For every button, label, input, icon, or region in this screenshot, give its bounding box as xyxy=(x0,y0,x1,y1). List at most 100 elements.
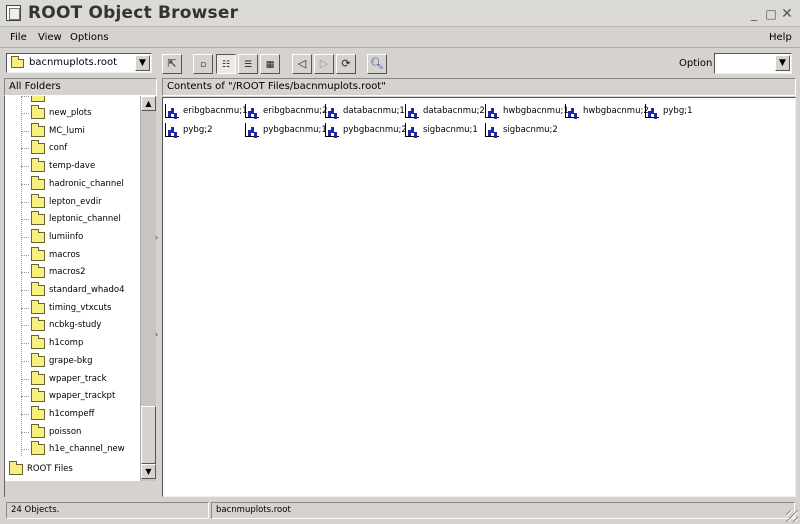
tree-hscroll[interactable] xyxy=(4,481,157,497)
tree-branch xyxy=(21,113,29,114)
tree-item[interactable]: conf xyxy=(19,140,140,157)
folder-tree[interactable]: new_plots MC_lumi conf temp-dave hadronic_ch… xyxy=(4,96,140,481)
tree-item[interactable]: wpaper_track xyxy=(19,370,140,388)
menu-view[interactable]: View xyxy=(38,32,62,43)
forward-button[interactable]: ▷ xyxy=(314,54,334,74)
tree-item-label: timing_vtxcuts xyxy=(49,302,112,313)
tree-item[interactable]: h1e_channel_new xyxy=(19,441,140,458)
close-button[interactable]: ✕ xyxy=(781,7,793,21)
tree-item[interactable]: h1comp xyxy=(19,335,140,352)
tree-item[interactable]: lumiinfo xyxy=(19,228,140,246)
tree-branch xyxy=(21,343,29,345)
folder-icon xyxy=(9,461,23,475)
location-combo[interactable]: bacnmuplots.root ▼ xyxy=(6,53,152,73)
tree-item[interactable]: hadronic_channel xyxy=(19,175,140,193)
tree-branch xyxy=(21,325,29,327)
folder-icon xyxy=(31,317,45,332)
scroll-thumb[interactable] xyxy=(141,406,156,464)
histogram-item[interactable]: eribgbacnmu;1 xyxy=(165,103,248,121)
histogram-item[interactable]: databacnmu;1 xyxy=(325,103,405,121)
minimize-button[interactable]: _ xyxy=(748,8,760,20)
tree-branch xyxy=(21,360,29,362)
folder-icon xyxy=(31,158,45,173)
menu-help[interactable]: Help xyxy=(769,32,792,43)
list-button[interactable]: ☰ xyxy=(238,54,258,74)
histogram-item[interactable]: pybg;2 xyxy=(165,122,245,140)
tree-item-label: lumiinfo xyxy=(49,231,84,242)
up-folder-button[interactable]: ⇱ xyxy=(162,54,182,74)
tree-item[interactable]: macros xyxy=(19,246,140,264)
back-button[interactable]: ◁ xyxy=(292,54,312,74)
folder-icon xyxy=(31,140,45,155)
find-button[interactable]: 🔍︎ xyxy=(367,54,387,74)
status-file: bacnmuplots.root xyxy=(211,502,795,519)
folder-icon xyxy=(31,193,45,208)
scroll-down-button[interactable]: ▼ xyxy=(141,464,156,479)
histogram-item[interactable]: databacnmu;2 xyxy=(405,103,485,121)
folder-icon xyxy=(31,228,45,243)
chevron-down-icon[interactable]: ▼ xyxy=(775,55,790,71)
histogram-item[interactable]: eribgbacnmu;2 xyxy=(245,103,327,121)
up-folder-icon: ⇱ xyxy=(167,57,177,70)
histogram-icon xyxy=(245,104,259,118)
option-combo[interactable]: ▼ xyxy=(714,53,792,74)
folder-icon xyxy=(31,352,45,367)
contents-label: Contents of "/ROOT Files/bacnmuplots.roo… xyxy=(167,81,386,92)
tree-branch xyxy=(21,413,29,415)
status-count-label: 24 Objects. xyxy=(11,505,60,515)
tree-item-label: hadronic_channel xyxy=(49,178,124,189)
tree-item[interactable]: timing_vtxcuts xyxy=(19,299,140,317)
all-folders-header: All Folders xyxy=(4,78,157,96)
tree-item-label: h1compeff xyxy=(49,408,95,419)
maximize-button[interactable]: □ xyxy=(765,8,777,20)
histogram-label: eribgbacnmu;1 xyxy=(183,106,248,116)
histogram-item[interactable]: hwbgbacnmu;1 xyxy=(485,103,569,121)
tree-item-root-files[interactable]: ROOT Files xyxy=(9,461,139,478)
tree-item[interactable]: ncbkg-study xyxy=(19,317,140,334)
tree-item[interactable]: temp-dave xyxy=(19,158,140,175)
menu-options[interactable]: Options xyxy=(70,32,109,43)
tree-item[interactable]: leptonic_channel xyxy=(19,211,140,228)
histogram-item[interactable]: pybgbacnmu;1 xyxy=(245,122,327,140)
refresh-button[interactable]: ⟳ xyxy=(336,54,356,74)
tree-scrollbar[interactable]: ▲ ▼ xyxy=(140,96,156,481)
histogram-item[interactable]: pybg;1 xyxy=(645,103,725,121)
histogram-item[interactable]: pybgbacnmu;2 xyxy=(325,122,407,140)
tree-item[interactable]: standard_whado4 xyxy=(19,282,140,299)
tree-item[interactable]: macros2 xyxy=(19,264,140,281)
histogram-label: hwbgbacnmu;1 xyxy=(503,106,569,116)
histogram-item[interactable]: sigbacnmu;1 xyxy=(405,122,485,140)
resize-grip-icon[interactable] xyxy=(786,510,798,522)
tree-item[interactable]: h1compeff xyxy=(19,405,140,423)
histogram-label: databacnmu;1 xyxy=(343,106,405,116)
tree-item[interactable]: MC_lumi xyxy=(19,122,140,140)
contents-view[interactable]: eribgbacnmu;1 eribgbacnmu;2 databacnmu;1 da… xyxy=(162,97,796,497)
histogram-item[interactable]: hwbgbacnmu;2 xyxy=(565,103,649,121)
tree-item[interactable]: poisson xyxy=(19,423,140,441)
histogram-label: pybg;2 xyxy=(183,125,213,135)
histogram-item[interactable]: sigbacnmu;2 xyxy=(485,122,565,140)
tree-item[interactable]: lepton_evdir xyxy=(19,193,140,211)
histogram-icon xyxy=(165,123,179,137)
folder-icon xyxy=(31,299,45,314)
tree-item-label: h1comp xyxy=(49,338,84,349)
menu-options-label: Options xyxy=(70,32,109,43)
contents-header: Contents of "/ROOT Files/bacnmuplots.roo… xyxy=(162,78,796,96)
tree-item[interactable]: new_plots xyxy=(19,105,140,122)
histogram-icon xyxy=(565,104,579,118)
large-icons-button[interactable]: ▫ xyxy=(193,54,213,74)
tree-item-partial[interactable] xyxy=(19,96,140,105)
tree-item[interactable]: grape-bkg xyxy=(19,352,140,370)
scroll-up-button[interactable]: ▲ xyxy=(141,96,156,111)
find-icon: 🔍︎ xyxy=(370,57,384,70)
folder-icon xyxy=(31,405,45,420)
tree-branch xyxy=(21,272,29,274)
small-icons-button[interactable]: ☷ xyxy=(216,54,236,74)
menu-file[interactable]: File xyxy=(10,32,27,43)
histogram-label: pybgbacnmu;1 xyxy=(263,125,327,135)
folder-icon xyxy=(31,264,45,279)
tree-item[interactable]: wpaper_trackpt xyxy=(19,388,140,405)
tree-item-label: h1e_channel_new xyxy=(49,444,125,455)
details-button[interactable]: ▦ xyxy=(260,54,280,74)
chevron-down-icon[interactable]: ▼ xyxy=(135,55,150,71)
